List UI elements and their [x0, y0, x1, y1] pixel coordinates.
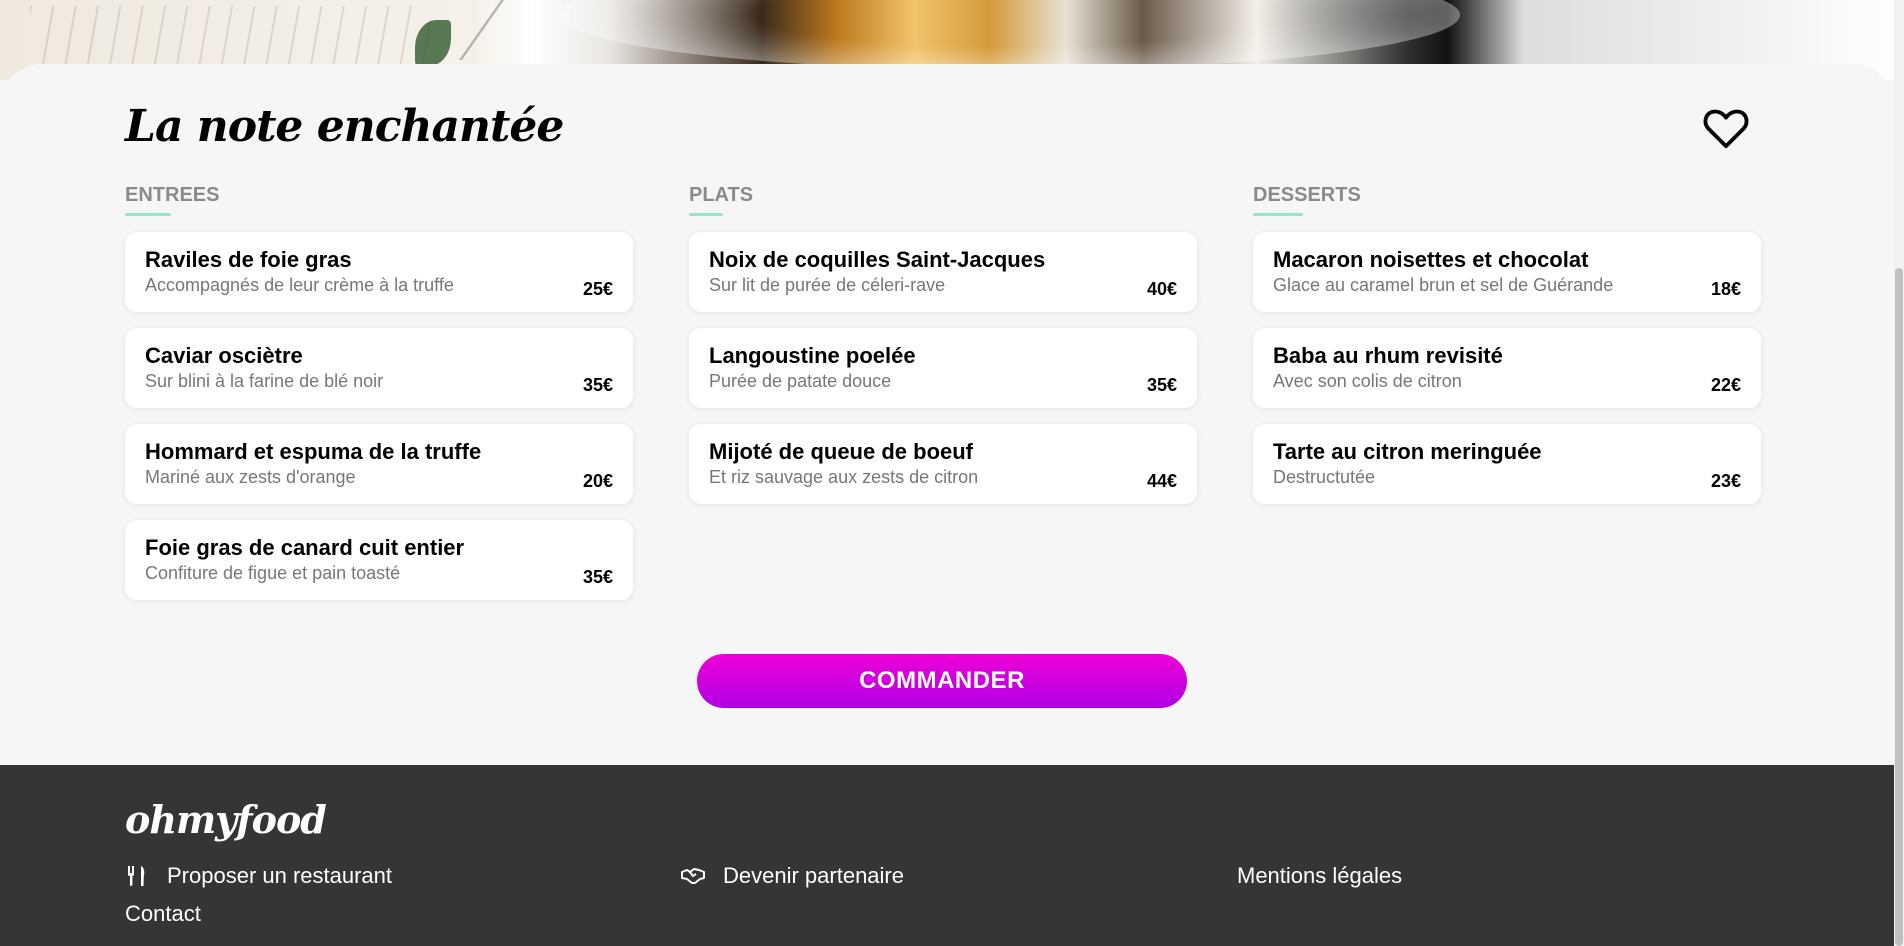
dish-price: 35€ — [1146, 375, 1177, 395]
contact-label: Contact — [125, 901, 201, 926]
become-partner-link[interactable]: Devenir partenaire — [681, 862, 904, 890]
hero-menu-paper — [30, 6, 430, 66]
dish-name: Macaron noisettes et chocolat — [1273, 247, 1589, 272]
order-button[interactable]: COMMANDER — [697, 654, 1187, 708]
legal-notice-link[interactable]: Mentions légales — [1237, 862, 1402, 890]
heart-icon[interactable] — [1703, 108, 1749, 150]
dish-card[interactable]: Raviles de foie gras Accompagnés de leur… — [125, 232, 633, 312]
dish-price: 18€ — [1710, 279, 1741, 299]
dish-price: 23€ — [1710, 471, 1741, 491]
dish-card[interactable]: Noix de coquilles Saint-Jacques Sur lit … — [689, 232, 1197, 312]
dish-name: Caviar osciètre — [145, 343, 303, 368]
dish-list: Raviles de foie gras Accompagnés de leur… — [125, 232, 633, 600]
hero-plate — [560, 0, 1460, 70]
dish-description: Mariné aux zests d'orange — [145, 467, 356, 487]
dish-name: Raviles de foie gras — [145, 247, 352, 272]
legal-notice-label: Mentions légales — [1237, 863, 1403, 888]
site-footer: ohmyfood Proposer un restaurant Devenir … — [0, 765, 1894, 946]
dish-price: 25€ — [582, 279, 613, 299]
dish-description: Sur lit de purée de céleri-rave — [709, 275, 946, 295]
dish-card[interactable]: Foie gras de canard cuit entier Confitur… — [125, 520, 633, 600]
become-partner-label: Devenir partenaire — [723, 863, 904, 888]
dish-card[interactable]: Hommard et espuma de la truffe Mariné au… — [125, 424, 633, 504]
contact-link[interactable]: Contact — [125, 900, 201, 928]
dish-card[interactable]: Langoustine poelée Purée de patate douce… — [689, 328, 1197, 408]
dish-card[interactable]: Mijoté de queue de boeuf Et riz sauvage … — [689, 424, 1197, 504]
scrollbar-thumb[interactable] — [1895, 268, 1903, 946]
propose-restaurant-label: Proposer un restaurant — [167, 863, 393, 888]
dish-card[interactable]: Tarte au citron meringuée Destructutée 2… — [1253, 424, 1761, 504]
dish-description: Et riz sauvage aux zests de citron — [709, 467, 979, 487]
column-heading: PLATS — [689, 184, 754, 206]
dish-name: Hommard et espuma de la truffe — [145, 439, 482, 464]
handshake-icon — [681, 868, 705, 884]
footer-logo[interactable]: ohmyfood — [125, 797, 327, 842]
column-heading: DESSERTS — [1253, 184, 1361, 206]
dish-list: Noix de coquilles Saint-Jacques Sur lit … — [689, 232, 1197, 504]
dish-description: Destructutée — [1273, 467, 1376, 487]
restaurant-title: La note enchantée — [125, 101, 564, 152]
dish-description: Purée de patate douce — [709, 371, 892, 391]
dish-price: 20€ — [582, 471, 613, 491]
dish-description: Accompagnés de leur crème à la truffe — [145, 275, 454, 295]
dish-price: 40€ — [1146, 279, 1177, 299]
dish-name: Tarte au citron meringuée — [1273, 439, 1542, 464]
dish-price: 22€ — [1710, 375, 1741, 395]
dish-card[interactable]: Caviar osciètre Sur blini à la farine de… — [125, 328, 633, 408]
dish-description: Sur blini à la farine de blé noir — [145, 371, 384, 391]
dish-list: Macaron noisettes et chocolat Glace au c… — [1253, 232, 1761, 504]
menu-column-plats: PLATS Noix de coquilles Saint-Jacques Su… — [689, 183, 1197, 520]
dish-name: Mijoté de queue de boeuf — [709, 439, 974, 464]
dish-card[interactable]: Baba au rhum revisité Avec son colis de … — [1253, 328, 1761, 408]
column-heading: ENTREES — [125, 184, 220, 206]
dish-name: Langoustine poelée — [709, 343, 916, 368]
vertical-scrollbar[interactable] — [1894, 0, 1904, 946]
heading-underline — [689, 213, 723, 216]
menu-column-entrees: ENTREES Raviles de foie gras Accompagnés… — [125, 183, 633, 616]
dish-description: Avec son colis de citron — [1273, 371, 1462, 391]
dish-price: 44€ — [1146, 471, 1177, 491]
heading-underline — [1253, 213, 1303, 216]
dish-name: Baba au rhum revisité — [1273, 343, 1503, 368]
dish-name: Noix de coquilles Saint-Jacques — [709, 247, 1046, 272]
dish-name: Foie gras de canard cuit entier — [145, 535, 465, 560]
heading-underline — [125, 213, 171, 216]
utensils-icon — [128, 866, 145, 886]
propose-restaurant-link[interactable]: Proposer un restaurant — [125, 862, 392, 890]
dish-description: Glace au caramel brun et sel de Guérande — [1273, 275, 1614, 295]
dish-card[interactable]: Macaron noisettes et chocolat Glace au c… — [1253, 232, 1761, 312]
dish-price: 35€ — [582, 375, 613, 395]
dish-description: Confiture de figue et pain toasté — [145, 563, 401, 583]
dish-price: 35€ — [582, 567, 613, 587]
menu-column-desserts: DESSERTS Macaron noisettes et chocolat G… — [1253, 183, 1761, 520]
